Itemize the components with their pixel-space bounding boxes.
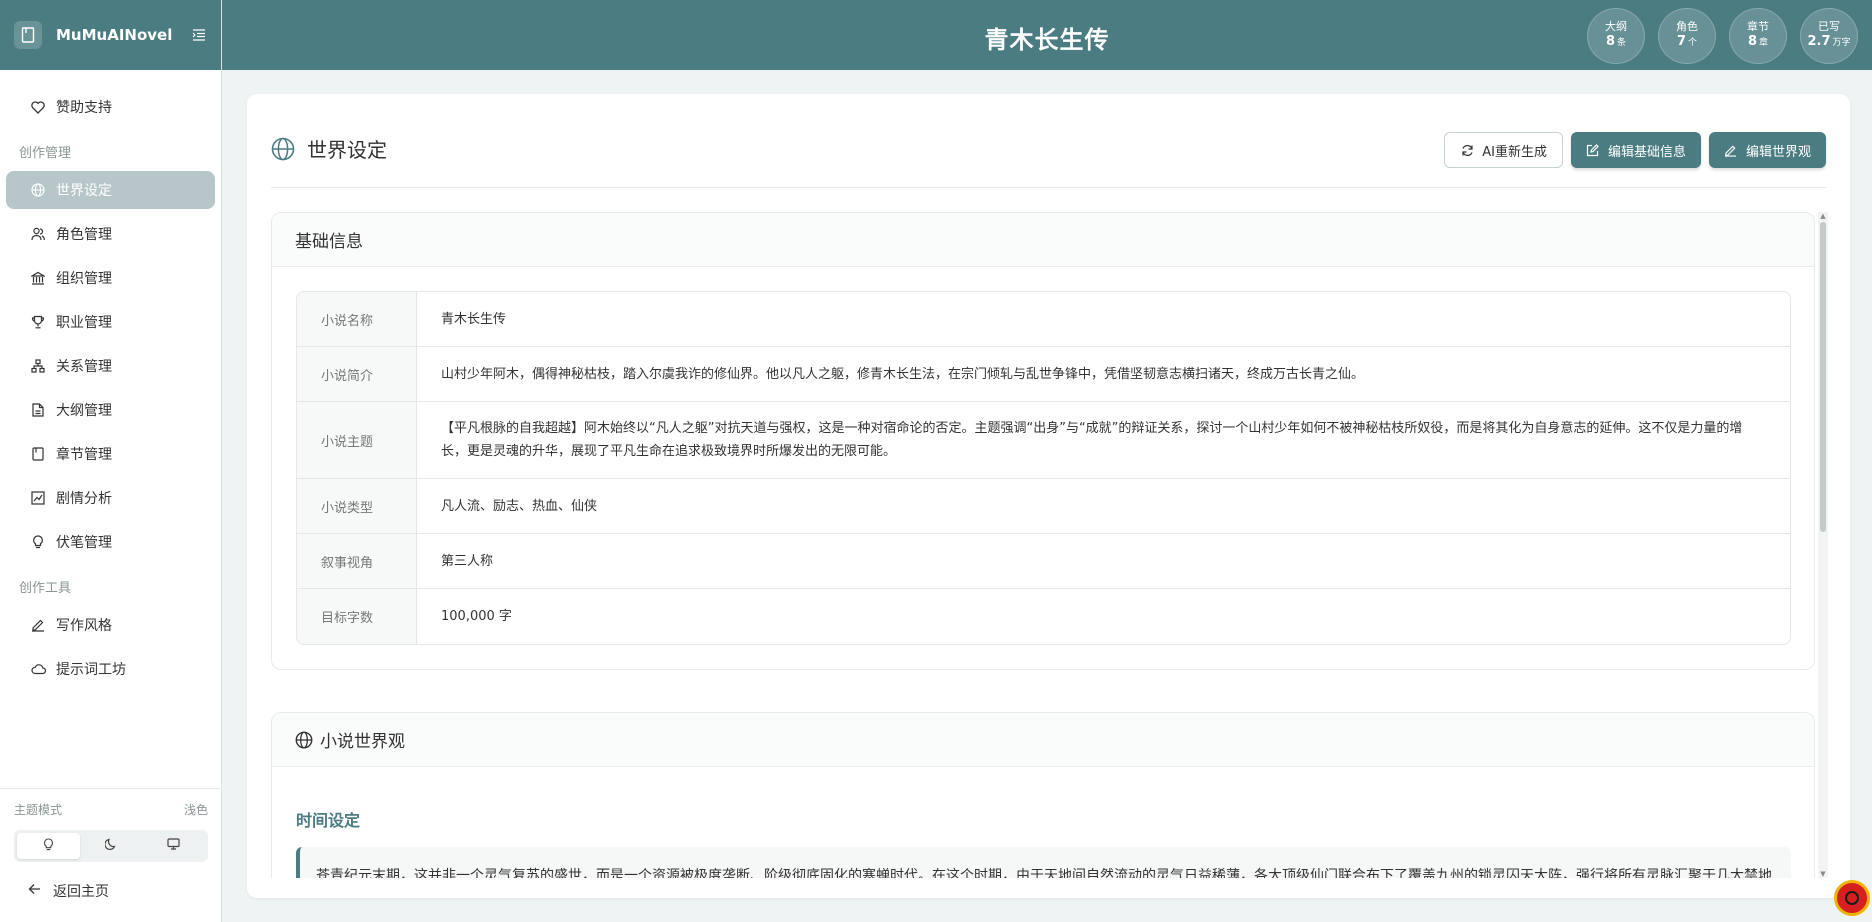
main-card: 世界设定 AI重新生成 编辑基础信息 编辑世界观 基础信息 小说名称 青木长生传… — [247, 94, 1850, 898]
book-icon — [30, 446, 46, 462]
globe-icon — [295, 731, 313, 749]
table-row: 小说简介 山村少年阿木，偶得神秘枯枝，踏入尔虞我诈的修仙界。他以凡人之躯，修青木… — [297, 347, 1790, 402]
page-header: 世界设定 AI重新生成 编辑基础信息 编辑世界观 — [271, 132, 1826, 188]
theme-dark-button[interactable] — [80, 833, 143, 859]
scrollbar[interactable]: ▲ ▼ — [1818, 212, 1828, 878]
back-home-link[interactable]: 返回主页 — [0, 876, 222, 906]
top-header: 青木长生传 大纲 8条 角色 7个 章节 8章 已写 2.7 万字 — [222, 0, 1872, 70]
sidebar-item-label: 伏笔管理 — [56, 535, 112, 551]
table-row: 小说类型 凡人流、励志、热血、仙侠 — [297, 479, 1790, 534]
sidebar-item-writing-style[interactable]: 写作风格 — [6, 606, 215, 644]
scrollbar-thumb[interactable] — [1820, 222, 1826, 532]
file-icon — [30, 402, 46, 418]
globe-icon — [30, 182, 46, 198]
worldview-heading: 小说世界观 — [272, 713, 1814, 767]
floating-assistant-icon[interactable] — [1834, 880, 1870, 916]
stat-outline: 大纲 8条 — [1587, 8, 1645, 64]
scroll-down-icon[interactable]: ▼ — [1819, 870, 1827, 878]
sidebar-item-relations[interactable]: 关系管理 — [6, 347, 215, 385]
heart-icon — [30, 99, 46, 115]
table-row: 目标字数 100,000 字 — [297, 589, 1790, 644]
back-home-label: 返回主页 — [53, 884, 109, 900]
sidebar-item-label: 组织管理 — [56, 271, 112, 287]
sidebar-item-label: 职业管理 — [56, 315, 112, 331]
sidebar-item-label: 赞助支持 — [56, 100, 112, 116]
content-scroll-area[interactable]: 基础信息 小说名称 青木长生传 小说简介 山村少年阿木，偶得神秘枯枝，踏入尔虞我… — [271, 212, 1828, 878]
stat-written: 已写 2.7 万字 — [1800, 8, 1858, 64]
basic-info-table: 小说名称 青木长生传 小说简介 山村少年阿木，偶得神秘枯枝，踏入尔虞我诈的修仙界… — [296, 291, 1791, 645]
table-row: 小说主题 【平凡根脉的自我超越】阿木始终以“凡人之躯”对抗天道与强权，这是一种对… — [297, 402, 1790, 479]
theme-mode-panel: 主题模式 浅色 — [0, 788, 222, 862]
ai-regenerate-button[interactable]: AI重新生成 — [1444, 132, 1563, 168]
time-setting-title: 时间设定 — [296, 811, 361, 830]
chart-icon — [30, 490, 46, 506]
table-row: 小说名称 青木长生传 — [297, 292, 1790, 347]
sidebar-item-label: 写作风格 — [56, 618, 112, 634]
collapse-menu-icon[interactable] — [191, 27, 207, 43]
theme-mode-label: 主题模式 — [14, 803, 63, 817]
worldview-section: 小说世界观 时间设定 苍青纪元末期，这并非一个灵气复苏的盛世，而是一个资源被极度… — [271, 712, 1815, 878]
sidebar-item-prompt-workshop[interactable]: 提示词工坊 — [6, 650, 215, 688]
stat-characters: 角色 7个 — [1658, 8, 1716, 64]
theme-system-button[interactable] — [142, 833, 205, 859]
table-row: 叙事视角 第三人称 — [297, 534, 1790, 589]
sidebar-item-label: 大纲管理 — [56, 403, 112, 419]
scroll-up-icon[interactable]: ▲ — [1819, 212, 1827, 220]
brand-bar: MuMuAINovel — [0, 0, 221, 70]
sidebar-nav: 赞助支持 创作管理 世界设定 角色管理 组织管理 职业管理 关系管理 大纲管理 — [0, 70, 221, 688]
sidebar-item-analysis[interactable]: 剧情分析 — [6, 479, 215, 517]
sidebar-item-sponsor[interactable]: 赞助支持 — [6, 88, 215, 126]
sidebar-item-label: 世界设定 — [56, 183, 112, 199]
edit-icon — [1586, 143, 1600, 157]
bulb-icon — [43, 837, 54, 855]
sidebar-item-world[interactable]: 世界设定 — [6, 171, 215, 209]
sidebar: MuMuAINovel 赞助支持 创作管理 世界设定 角色管理 组织管理 职业管… — [0, 0, 222, 922]
trophy-icon — [30, 314, 46, 330]
sidebar-item-label: 关系管理 — [56, 359, 112, 375]
page-actions: AI重新生成 编辑基础信息 编辑世界观 — [1444, 132, 1826, 168]
sidebar-item-label: 提示词工坊 — [56, 662, 126, 678]
bulb-icon — [30, 534, 46, 550]
time-setting-text: 苍青纪元末期，这并非一个灵气复苏的盛世，而是一个资源被极度垄断、阶级彻底固化的寒… — [296, 847, 1791, 878]
theme-light-button[interactable] — [17, 833, 80, 859]
nav-group-tools: 创作工具 — [19, 581, 72, 596]
moon-icon — [104, 838, 117, 854]
users-icon — [30, 226, 46, 242]
edit-worldview-button[interactable]: 编辑世界观 — [1708, 132, 1826, 168]
globe-icon — [271, 137, 295, 161]
sidebar-item-characters[interactable]: 角色管理 — [6, 215, 215, 253]
sidebar-item-outline[interactable]: 大纲管理 — [6, 391, 215, 429]
network-icon — [30, 358, 46, 374]
stat-chapters: 章节 8章 — [1729, 8, 1787, 64]
monitor-icon — [167, 838, 180, 854]
basic-info-section: 基础信息 小说名称 青木长生传 小说简介 山村少年阿木，偶得神秘枯枝，踏入尔虞我… — [271, 212, 1815, 670]
basic-info-heading: 基础信息 — [272, 213, 1814, 267]
edit-basic-info-button[interactable]: 编辑基础信息 — [1570, 132, 1701, 168]
sidebar-item-label: 剧情分析 — [56, 491, 112, 507]
nav-group-manage: 创作管理 — [19, 146, 72, 161]
arrow-left-icon — [28, 883, 41, 899]
cloud-icon — [30, 661, 46, 677]
book-logo-icon — [14, 21, 42, 49]
sidebar-item-professions[interactable]: 职业管理 — [6, 303, 215, 341]
sidebar-item-organizations[interactable]: 组织管理 — [6, 259, 215, 297]
sidebar-item-label: 章节管理 — [56, 447, 112, 463]
bank-icon — [30, 270, 46, 286]
sidebar-item-chapters[interactable]: 章节管理 — [6, 435, 215, 473]
theme-mode-value: 浅色 — [183, 803, 208, 817]
sidebar-item-label: 角色管理 — [56, 227, 112, 243]
sidebar-item-foreshadowing[interactable]: 伏笔管理 — [6, 523, 215, 561]
theme-switch — [14, 830, 208, 862]
page-title: 世界设定 — [271, 134, 387, 163]
pen-icon — [30, 617, 46, 633]
pen-icon — [1724, 143, 1738, 157]
refresh-icon — [1460, 143, 1474, 157]
stats-bar: 大纲 8条 角色 7个 章节 8章 已写 2.7 万字 — [1587, 8, 1858, 64]
brand-name: MuMuAINovel — [56, 26, 173, 44]
